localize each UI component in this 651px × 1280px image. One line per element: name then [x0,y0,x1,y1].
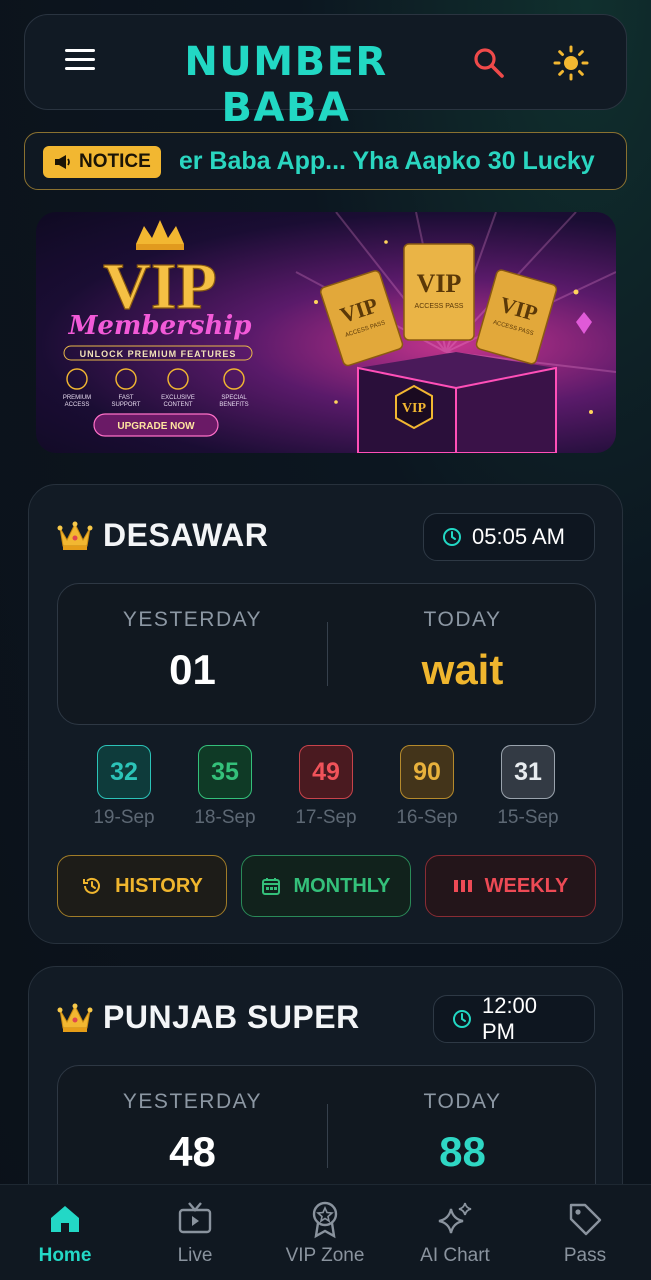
card-header: DESAWAR [57,517,268,554]
recent-result-chip: 49 17-Sep [281,745,371,829]
today-label: TODAY [423,608,502,631]
award-icon [312,1201,338,1239]
nav-ai-chart-label: AI Chart [420,1245,490,1266]
nav-vip-zone-label: VIP Zone [285,1245,365,1266]
recent-result-chip: 32 19-Sep [79,745,169,829]
recent-result-chip: 90 16-Sep [382,745,472,829]
feature-premium: PREMIUM [63,395,91,401]
sun-icon[interactable] [553,45,589,81]
svg-text:BENEFITS: BENEFITS [219,402,248,408]
clock-icon [443,528,461,546]
recent-results: 32 19-Sep 35 18-Sep 49 17-Sep 90 16-Sep … [79,745,579,835]
nav-vip-zone[interactable]: VIP Zone [260,1199,390,1267]
card-header: PUNJAB SUPER [57,999,360,1036]
game-time: 05:05 AM [472,524,565,549]
weekly-button[interactable]: WEEKLY [425,855,596,917]
clock-icon [452,1010,471,1028]
yesterday-label: YESTERDAY [122,608,263,631]
banner-tagline: UNLOCK PREMIUM FEATURES [80,349,237,359]
crown-graphic [136,220,184,250]
feature-special: SPECIAL [221,395,247,401]
yesterday-result: YESTERDAY 01 [58,584,327,726]
app-title: NUMBER BABA [184,39,388,131]
tag-icon [569,1203,602,1236]
recent-result-chip: 31 15-Sep [483,745,573,829]
today-label: TODAY [423,1090,502,1113]
game-time-badge: 12:00 PM [433,993,595,1044]
recent-result-date: 16-Sep [396,807,458,828]
history-icon [83,877,101,894]
gift-box-graphic: VIP [357,352,557,453]
notice-text: Number Baba App... Yha Aapko 30 Lucky [180,147,595,175]
recent-result-date: 15-Sep [497,807,559,828]
bars-icon [453,880,472,892]
crown-icon [57,521,93,550]
megaphone-icon [55,155,70,169]
home-icon [51,1206,79,1232]
vip-membership-banner[interactable]: VIP Membership UNLOCK PREMIUM FEATURES P… [36,212,616,453]
card-actions: HISTORY MONTHLY WEEKLY [57,855,596,917]
today-value: 88 [439,1128,486,1175]
recent-result-date: 19-Sep [93,807,155,828]
history-button-label: HISTORY [115,874,203,897]
recent-result-value: 49 [299,745,353,799]
nav-pass[interactable]: Pass [520,1199,650,1267]
feature-support: FAST [118,395,133,401]
result-panel: YESTERDAY 01 TODAY wait [57,583,596,725]
upgrade-now-label: UPGRADE NOW [117,421,195,432]
nav-home-label: Home [38,1245,92,1266]
notice-marquee: Number Baba App... Yha Aapko 30 Lucky [180,133,612,189]
svg-text:VIP: VIP [402,401,427,416]
crown-icon [57,1003,93,1032]
yesterday-value: 01 [169,646,216,693]
recent-result-chip: 35 18-Sep [180,745,270,829]
svg-text:CONTENT: CONTENT [164,402,193,408]
history-button[interactable]: HISTORY [57,855,227,917]
nav-live[interactable]: Live [130,1199,260,1267]
today-result: TODAY wait [328,584,597,726]
notice-badge: NOTICE [43,146,161,178]
monthly-button[interactable]: MONTHLY [241,855,411,917]
feature-exclusive: EXCLUSIVE [161,395,195,401]
menu-icon[interactable] [65,49,95,75]
sparkles-icon [438,1202,472,1234]
recent-result-date: 18-Sep [194,807,256,828]
bottom-navigation: Home Live VIP Zone AI Chart Pass [0,1184,651,1280]
yesterday-label: YESTERDAY [122,1090,263,1113]
svg-text:VIP: VIP [417,269,462,298]
nav-pass-label: Pass [563,1245,607,1266]
game-name: PUNJAB SUPER [103,999,360,1035]
recent-result-value: 31 [501,745,555,799]
notice-badge-label: NOTICE [79,151,151,172]
game-name: DESAWAR [103,517,269,553]
weekly-button-label: WEEKLY [484,874,569,897]
recent-result-value: 32 [97,745,151,799]
today-value: wait [421,646,504,693]
svg-text:SUPPORT: SUPPORT [112,402,141,408]
yesterday-value: 48 [169,1128,216,1175]
nav-live-label: Live [177,1245,213,1266]
nav-home[interactable]: Home [0,1199,130,1267]
calendar-icon [262,878,281,895]
svg-text:ACCESS PASS: ACCESS PASS [415,303,464,310]
notice-bar: NOTICE Number Baba App... Yha Aapko 30 L… [24,132,627,190]
monthly-button-label: MONTHLY [293,874,391,897]
banner-subtitle: Membership [68,311,252,341]
app-header: NUMBER BABA [24,14,627,131]
recent-result-value: 90 [400,745,454,799]
search-icon[interactable] [471,45,507,81]
game-time-badge: 05:05 AM [423,513,595,561]
game-card-desawar: DESAWAR 05:05 AM YESTERDAY 01 TODAY wait… [28,484,623,944]
tv-icon [178,1202,212,1234]
recent-result-date: 17-Sep [295,807,357,828]
svg-text:ACCESS: ACCESS [65,402,90,408]
nav-ai-chart[interactable]: AI Chart [390,1199,520,1267]
recent-result-value: 35 [198,745,252,799]
game-time: 12:00 PM [481,993,538,1044]
